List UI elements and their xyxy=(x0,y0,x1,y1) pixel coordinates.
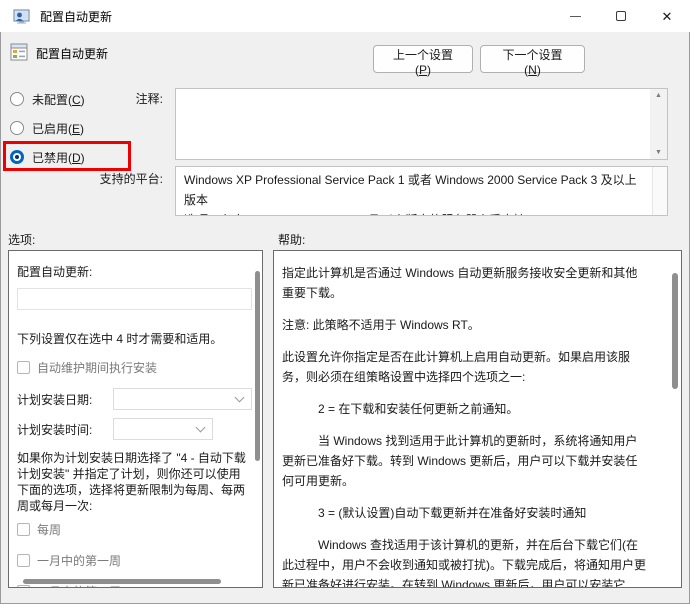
help-scroll-area[interactable]: 指定此计算机是否通过 Windows 自动更新服务接收安全更新和其他重要下载。 … xyxy=(274,251,681,587)
scroll-up-icon[interactable]: ▲ xyxy=(655,92,662,99)
help-paragraph: 2 = 在下载和安装任何更新之前通知。 xyxy=(282,399,649,419)
checkbox-icon xyxy=(17,523,30,536)
radio-icon xyxy=(10,121,24,135)
comment-label: 注释: xyxy=(60,90,163,107)
help-paragraph: 3 = (默认设置)自动下载更新并在准备好安装时通知 xyxy=(282,503,649,523)
help-paragraph: 指定此计算机是否通过 Windows 自动更新服务接收安全更新和其他重要下载。 xyxy=(282,263,649,303)
scroll-down-icon[interactable]: ▼ xyxy=(655,149,662,156)
next-setting-button[interactable]: 下一个设置(N) xyxy=(480,45,585,73)
weekly-checkbox-row[interactable]: 每周 xyxy=(17,521,252,538)
options-section-label: 选项: xyxy=(8,231,35,248)
scheduled-time-label: 计划安装时间: xyxy=(17,421,113,438)
help-paragraph: 此设置允许你指定是否在此计算机上启用自动更新。如果启用该服务，则必须在组策略设置… xyxy=(282,347,649,387)
window-title: 配置自动更新 xyxy=(40,8,112,25)
help-paragraph: Windows 查找适用于该计算机的更新，并在后台下载它们(在此过程中，用户不会… xyxy=(282,535,649,587)
checkbox-icon xyxy=(17,554,30,567)
configure-updates-dropdown[interactable] xyxy=(17,288,252,310)
maximize-icon xyxy=(616,11,626,21)
radio-label: 已启用(E) xyxy=(32,120,84,137)
scheduled-day-dropdown[interactable] xyxy=(113,388,252,410)
supported-label: 支持的平台: xyxy=(60,170,163,187)
checkbox-label: 一月中的第一周 xyxy=(37,552,121,569)
options-scroll-area[interactable]: 配置自动更新: 下列设置仅在选中 4 时才需要和适用。 自动维护期间执行安装 计… xyxy=(9,251,262,587)
supported-line-2: 选项 7 仅在 Windows Server 2016 及以上版本的服务器上受支… xyxy=(184,213,525,215)
setting-title: 配置自动更新 xyxy=(36,45,108,62)
checkbox-label: 自动维护期间执行安装 xyxy=(37,359,157,376)
scheduled-day-row: 计划安装日期: xyxy=(17,388,252,410)
options-horizontal-scrollbar[interactable] xyxy=(23,579,221,584)
options-panel: 配置自动更新: 下列设置仅在选中 4 时才需要和适用。 自动维护期间执行安装 计… xyxy=(8,250,263,588)
help-paragraph: 当 Windows 找到适用于此计算机的更新时，系统将通知用户更新已准备好下载。… xyxy=(282,431,649,491)
supported-textbox[interactable]: Windows XP Professional Service Pack 1 或… xyxy=(175,166,668,216)
scheduled-time-row: 计划安装时间: xyxy=(17,418,252,440)
help-vertical-scrollbar[interactable] xyxy=(672,273,678,389)
checkbox-icon xyxy=(17,361,30,374)
header-row: 配置自动更新 上一个设置(P) 下一个设置(N) xyxy=(0,32,690,80)
checkbox-label: 每周 xyxy=(37,521,61,538)
supported-scrollbar[interactable] xyxy=(652,167,667,215)
close-icon: ✕ xyxy=(662,10,673,23)
previous-setting-button[interactable]: 上一个设置(P) xyxy=(373,45,473,73)
help-paragraph: 注意: 此策略不适用于 Windows RT。 xyxy=(282,315,649,335)
configure-updates-heading: 配置自动更新: xyxy=(17,263,252,280)
chevron-down-icon xyxy=(196,422,206,432)
options-note: 下列设置仅在选中 4 时才需要和适用。 xyxy=(17,330,252,347)
comment-value xyxy=(176,89,650,159)
radio-label: 已禁用(D) xyxy=(32,149,85,166)
maximize-button[interactable] xyxy=(598,0,644,32)
comment-scrollbar[interactable]: ▲ ▼ xyxy=(650,89,667,159)
help-section-label: 帮助: xyxy=(278,231,305,248)
comment-textarea[interactable]: ▲ ▼ xyxy=(175,88,668,160)
maintenance-checkbox-row[interactable]: 自动维护期间执行安装 xyxy=(17,359,252,376)
chevron-down-icon xyxy=(235,392,245,402)
options-vertical-scrollbar[interactable] xyxy=(255,271,260,461)
caption-buttons: ✕ xyxy=(552,0,690,32)
checkbox-icon xyxy=(17,585,30,587)
radio-enabled[interactable]: 已启用(E) xyxy=(10,119,84,137)
minimize-icon xyxy=(570,16,581,17)
first-week-checkbox-row[interactable]: 一月中的第一周 xyxy=(17,552,252,569)
minimize-button[interactable] xyxy=(552,0,598,32)
scheduled-time-dropdown[interactable] xyxy=(113,418,213,440)
radio-disabled[interactable]: 已禁用(D) xyxy=(10,148,85,166)
policy-setting-icon xyxy=(10,43,28,61)
scheduled-day-label: 计划安装日期: xyxy=(17,391,113,408)
supported-text: Windows XP Professional Service Pack 1 或… xyxy=(176,167,652,215)
supported-line-1: Windows XP Professional Service Pack 1 或… xyxy=(184,173,637,207)
radio-icon-selected xyxy=(10,150,24,164)
app-icon xyxy=(13,8,30,25)
radio-icon xyxy=(10,92,24,106)
options-paragraph: 如果你为计划安装日期选择了 "4 - 自动下载计划安装" 并指定了计划，则你还可… xyxy=(17,450,252,514)
close-button[interactable]: ✕ xyxy=(644,0,690,32)
titlebar: 配置自动更新 ✕ xyxy=(0,0,690,32)
help-text: 指定此计算机是否通过 Windows 自动更新服务接收安全更新和其他重要下载。 … xyxy=(274,251,681,587)
help-panel: 指定此计算机是否通过 Windows 自动更新服务接收安全更新和其他重要下载。 … xyxy=(273,250,682,588)
group-policy-setting-window: 配置自动更新 ✕ 配置自动更新 上一个设置(P) 下一个设置(N) 未配置(C)… xyxy=(0,0,690,604)
